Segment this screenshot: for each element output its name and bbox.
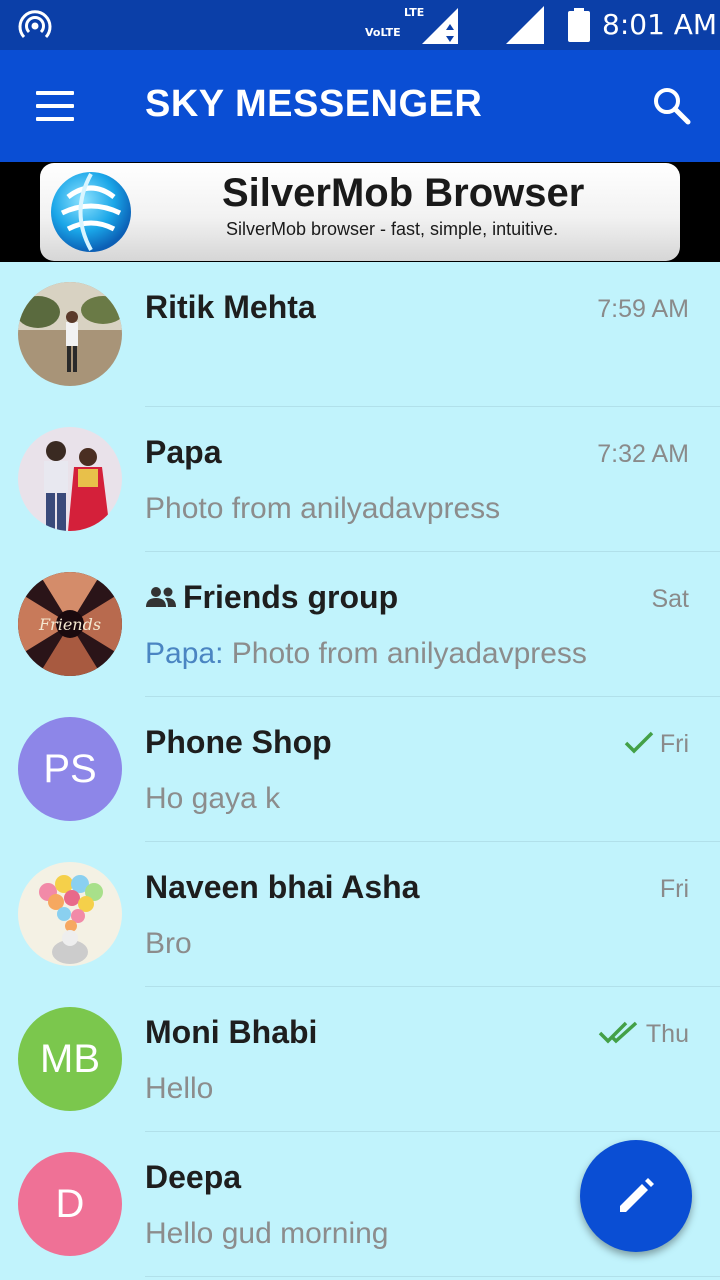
- chat-item-ritik-mehta[interactable]: Ritik Mehta 7:59 AM: [0, 262, 720, 407]
- chat-time: Fri: [659, 875, 689, 903]
- chat-time: 7:32 AM: [597, 440, 689, 468]
- lte-signal-icon: LTE VoLTE: [362, 6, 462, 46]
- last-message: Hello gud morning: [145, 1217, 389, 1250]
- ad-title: SilverMob Browser: [222, 171, 585, 215]
- double-check-icon: [598, 1022, 638, 1044]
- contact-name: Ritik Mehta: [145, 289, 316, 325]
- hotspot-icon: [18, 10, 52, 39]
- contact-name: Deepa: [145, 1159, 242, 1195]
- svg-text:Friends: Friends: [38, 615, 101, 634]
- single-check-icon: [624, 732, 654, 754]
- signal-icon: [506, 6, 544, 44]
- browser-logo-icon: [51, 172, 131, 252]
- chat-time: Thu: [598, 1020, 689, 1049]
- battery-icon: [568, 8, 590, 42]
- message-text: Photo from anilyadavpress: [231, 637, 587, 670]
- avatar: D: [18, 1152, 122, 1256]
- message-sender: Papa:: [145, 637, 224, 670]
- divider: [145, 1276, 720, 1277]
- chat-time: 7:59 AM: [597, 295, 689, 323]
- contact-name: Moni Bhabi: [145, 1014, 318, 1050]
- last-message: Photo from anilyadavpress: [145, 492, 501, 525]
- contact-name: Phone Shop: [145, 724, 332, 760]
- ad-card[interactable]: SilverMob Browser SilverMob browser - fa…: [40, 163, 680, 261]
- avatar: PS: [18, 717, 122, 821]
- chat-time: Fri: [624, 730, 689, 759]
- contact-name: Papa: [145, 434, 222, 470]
- volte-label: VoLTE: [365, 26, 401, 39]
- ad-subtitle: SilverMob browser - fast, simple, intuit…: [226, 219, 559, 239]
- app-title: SKY MESSENGER: [145, 83, 483, 125]
- app-bar: SKY MESSENGER: [0, 50, 720, 162]
- avatar: [18, 282, 122, 386]
- status-bar: LTE VoLTE 8:01 AM: [0, 0, 720, 50]
- search-icon[interactable]: [650, 84, 694, 128]
- group-name: Friends group: [183, 579, 399, 615]
- clock: 8:01 AM: [602, 8, 718, 41]
- avatar: Friends: [18, 572, 122, 676]
- compose-button[interactable]: [580, 1140, 692, 1252]
- chat-item-phone-shop[interactable]: PS Phone Shop Fri Ho gaya k: [0, 697, 720, 842]
- avatar: MB: [18, 1007, 122, 1111]
- pencil-icon: [620, 1178, 654, 1212]
- chat-item-friends-group[interactable]: Friends Friends group Sat Papa: Photo fr…: [0, 552, 720, 697]
- chat-item-naveen-bhai-asha[interactable]: Naveen bhai Asha Fri Bro: [0, 842, 720, 987]
- time-text: Thu: [645, 1020, 689, 1048]
- time-text: Fri: [659, 730, 689, 758]
- chat-time: Sat: [651, 585, 689, 613]
- chat-item-moni-bhabi[interactable]: MB Moni Bhabi Thu Hello: [0, 987, 720, 1132]
- avatar: [18, 427, 122, 531]
- chat-list: Ritik Mehta 7:59 AM Papa 7:32 AM Photo f…: [0, 262, 720, 1277]
- contact-name: Naveen bhai Asha: [145, 869, 420, 905]
- menu-icon[interactable]: [36, 91, 74, 121]
- avatar: [18, 862, 122, 966]
- last-message: Ho gaya k: [145, 782, 281, 815]
- last-message: Hello: [145, 1072, 214, 1105]
- last-message: Papa: Photo from anilyadavpress: [145, 637, 587, 671]
- last-message: Bro: [145, 927, 192, 960]
- ad-banner: SilverMob Browser SilverMob browser - fa…: [0, 162, 720, 262]
- chat-item-papa[interactable]: Papa 7:32 AM Photo from anilyadavpress: [0, 407, 720, 552]
- group-icon: [146, 586, 176, 607]
- contact-name: Friends group: [145, 579, 398, 616]
